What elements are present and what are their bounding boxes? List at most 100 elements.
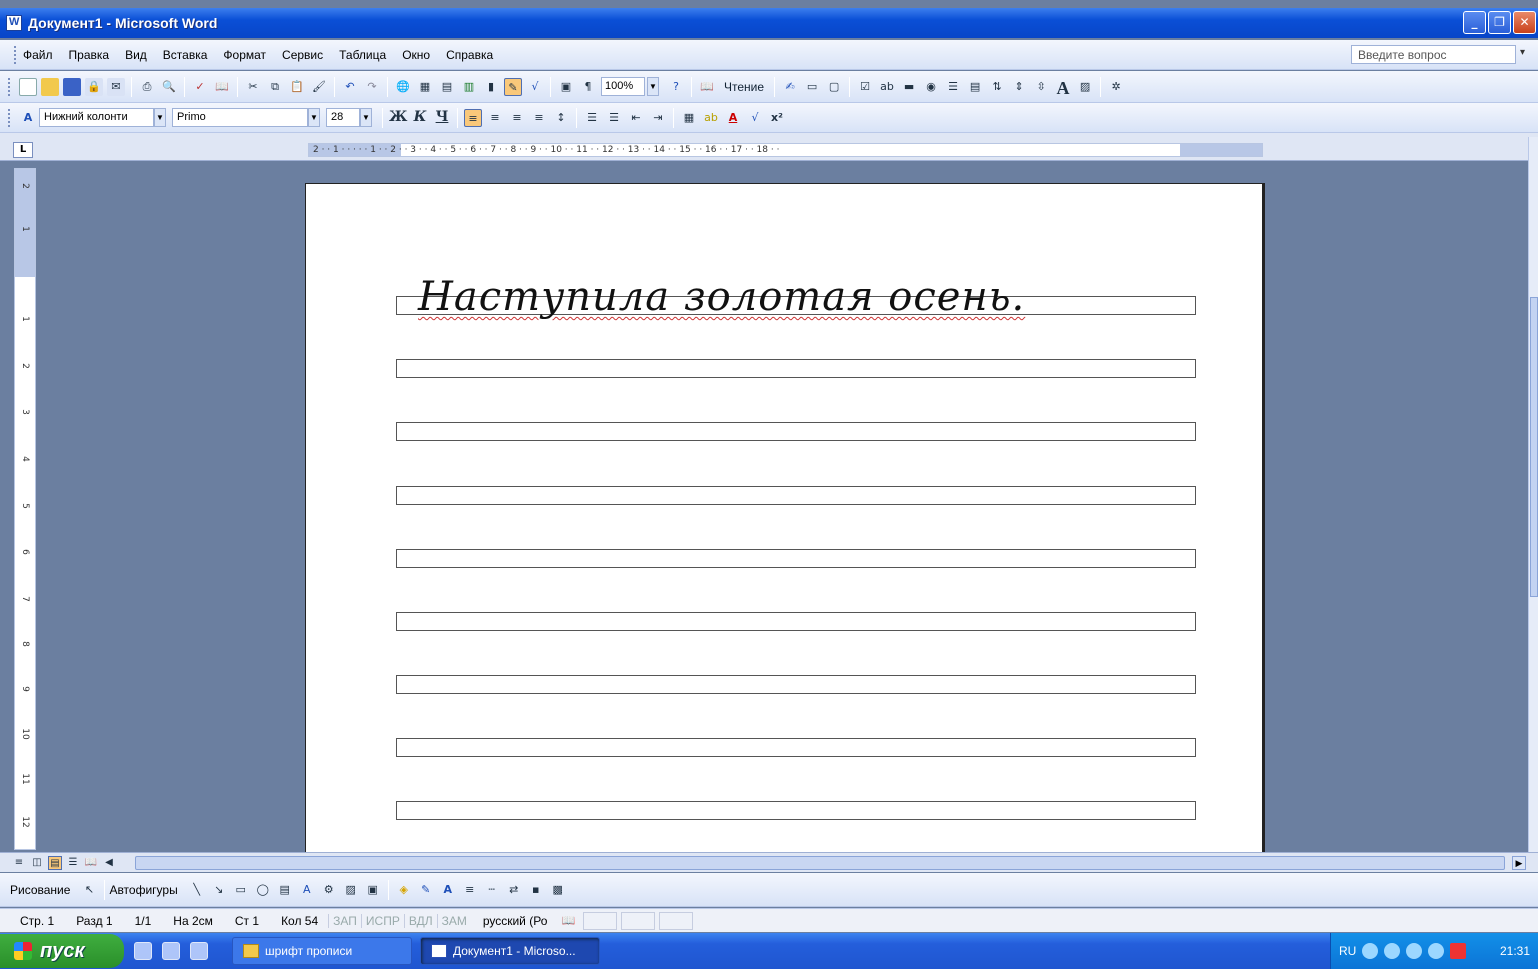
writing-line[interactable] (396, 675, 1196, 694)
font-size-dropdown-icon[interactable]: ▼ (360, 108, 372, 127)
tray-icon[interactable] (1384, 943, 1401, 959)
horizontal-ruler[interactable]: 2 · · 1 · · ⋅ · · 1 · · 2 · · 3 · · 4 · … (308, 143, 1263, 157)
style-combo[interactable]: Нижний колонти (39, 108, 154, 127)
justify-icon[interactable]: ≡ (530, 109, 548, 127)
status-language[interactable]: русский (Ро (471, 914, 558, 928)
writing-line[interactable] (396, 801, 1196, 820)
permission-icon[interactable]: 🔒 (85, 77, 103, 96)
font-dropdown-icon[interactable]: ▼ (308, 108, 320, 127)
equation-icon[interactable]: √ (526, 78, 544, 96)
outline-view-icon[interactable]: ☰ (66, 856, 80, 870)
option-button-icon[interactable]: ◉ (922, 78, 940, 96)
arrow-style-icon[interactable]: ⇄ (505, 881, 523, 899)
forms-edit-icon[interactable]: ✍ (781, 78, 799, 96)
3d-icon[interactable]: ▩ (549, 881, 567, 899)
spelling-status-icon[interactable]: 📖 (559, 912, 577, 930)
style-dropdown-icon[interactable]: ▼ (154, 108, 166, 127)
task-folder[interactable]: шрифт прописи (232, 937, 412, 965)
writing-line[interactable] (396, 612, 1196, 631)
format-painter-icon[interactable]: 🖌 (310, 78, 328, 96)
save-icon[interactable] (63, 77, 81, 96)
status-track-changes[interactable]: ИСПР (360, 913, 404, 928)
tray-icon[interactable] (1428, 943, 1445, 959)
cut-icon[interactable]: ✂ (244, 78, 262, 96)
task-word[interactable]: Документ1 - Microso... (420, 937, 600, 965)
bold-button[interactable]: Ж (389, 109, 407, 127)
toolbar-grip[interactable] (8, 108, 11, 127)
shadow-icon[interactable]: ▪ (527, 881, 545, 899)
menu-table[interactable]: Таблица (339, 48, 386, 62)
status-extend[interactable]: ВДЛ (403, 913, 437, 928)
writing-line[interactable] (396, 486, 1196, 505)
draw-menu-button[interactable]: Рисование (10, 883, 70, 897)
start-button[interactable]: пуск (0, 934, 124, 968)
tray-icon[interactable] (1362, 943, 1379, 959)
tables-borders-icon[interactable]: ▦ (416, 78, 434, 96)
print-layout-icon[interactable]: ▤ (48, 855, 62, 870)
scroll-left-icon[interactable]: ◀ (102, 856, 116, 870)
line-icon[interactable]: ╲ (188, 881, 206, 899)
writing-line[interactable] (396, 549, 1196, 568)
equation-icon[interactable]: √ (746, 109, 764, 127)
numbering-icon[interactable]: ☰ (583, 109, 601, 127)
listbox-icon[interactable]: ☰ (944, 78, 962, 96)
vertical-ruler[interactable]: 2 1 1 2 3 4 5 6 7 8 9 10 11 12 (14, 168, 36, 850)
drawing-toggle-icon[interactable]: ✎ (504, 77, 522, 96)
reading-button[interactable]: Чтение (718, 80, 770, 94)
status-overtype[interactable]: ЗАМ (436, 913, 471, 928)
dash-style-icon[interactable]: ┄ (483, 881, 501, 899)
form-shading-icon[interactable]: ▢ (825, 78, 843, 96)
minimize-button[interactable]: _ (1463, 11, 1486, 34)
line-style-icon[interactable]: ≡ (461, 881, 479, 899)
writing-line[interactable] (396, 738, 1196, 757)
toggle-icon[interactable]: ⇅ (988, 78, 1006, 96)
spelling-icon[interactable]: ✓ (191, 78, 209, 96)
styles-icon[interactable]: A (19, 109, 37, 127)
superscript-icon[interactable]: x² (768, 109, 786, 127)
redo-icon[interactable]: ↷ (363, 78, 381, 96)
vertical-scrollbar[interactable] (1528, 137, 1538, 852)
quicklaunch-icon[interactable] (134, 942, 152, 960)
zoom-dropdown-icon[interactable]: ▼ (647, 77, 659, 96)
checkbox-control-icon[interactable]: ☑ (856, 78, 874, 96)
image-control-icon[interactable]: ▨ (1076, 78, 1094, 96)
decrease-indent-icon[interactable]: ⇤ (627, 109, 645, 127)
scrollbar-control-icon[interactable]: ⇳ (1032, 78, 1050, 96)
show-formatting-icon[interactable]: ¶ (579, 78, 597, 96)
menu-window[interactable]: Окно (402, 48, 430, 62)
diagram-icon[interactable]: ⚙ (320, 881, 338, 899)
paste-icon[interactable]: 📋 (288, 78, 306, 96)
rectangle-icon[interactable]: ▭ (232, 881, 250, 899)
form-field-icon[interactable]: ▭ (803, 78, 821, 96)
button-control-icon[interactable]: ▬ (900, 78, 918, 96)
font-size-combo[interactable]: 28 (326, 108, 360, 127)
menu-insert[interactable]: Вставка (163, 48, 208, 62)
increase-indent-icon[interactable]: ⇥ (649, 109, 667, 127)
line-spacing-icon[interactable]: ↕ (552, 109, 570, 127)
hyperlink-icon[interactable]: 🌐 (394, 78, 412, 96)
clipart-icon[interactable]: ▨ (342, 881, 360, 899)
document-map-icon[interactable]: ▣ (557, 78, 575, 96)
columns-icon[interactable]: ▮ (482, 78, 500, 96)
menu-view[interactable]: Вид (125, 48, 147, 62)
quicklaunch-icon[interactable] (162, 942, 180, 960)
writing-line[interactable] (396, 359, 1196, 378)
print-preview-icon[interactable]: 🔍 (160, 78, 178, 96)
quicklaunch-icon[interactable] (190, 942, 208, 960)
wordart-icon[interactable]: A (298, 881, 316, 899)
document-text[interactable]: Наступила золотая осень. (418, 274, 1025, 320)
align-center-icon[interactable]: ≡ (486, 109, 504, 127)
scroll-right-icon[interactable]: ▶ (1512, 856, 1526, 870)
print-icon[interactable]: ⎙ (138, 78, 156, 96)
close-button[interactable]: ✕ (1513, 11, 1536, 34)
horizontal-scrollbar[interactable] (135, 856, 1505, 870)
insert-table-icon[interactable]: ▤ (438, 78, 456, 96)
underline-button[interactable]: Ч (433, 109, 451, 127)
web-view-icon[interactable]: ◫ (30, 856, 44, 870)
ask-question-input[interactable]: Введите вопрос (1351, 45, 1516, 64)
email-icon[interactable]: ✉ (107, 77, 125, 96)
picture-icon[interactable]: ▣ (364, 881, 382, 899)
bullets-icon[interactable]: ☰ (605, 109, 623, 127)
reading-icon[interactable]: 📖 (698, 78, 716, 96)
copy-icon[interactable]: ⧉ (266, 78, 284, 96)
